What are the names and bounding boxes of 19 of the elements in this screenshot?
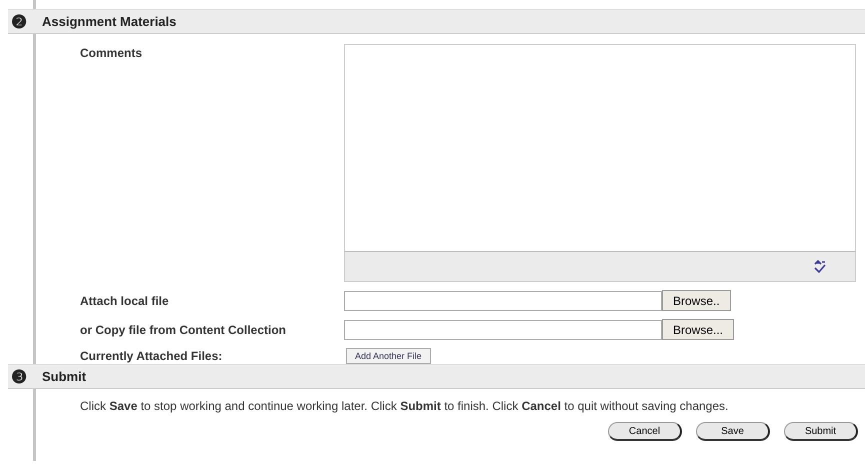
field-label: Attach local file — [80, 292, 170, 310]
instructions-text: Click Save to stop working and continue working later. Click Submit to finish. Click Cancel to quit without saving changes. — [80, 399, 730, 413]
browse-button[interactable]: Browse.. — [662, 290, 731, 311]
step-number: ❷ — [10, 12, 28, 30]
browse-button[interactable]: Browse... — [662, 319, 734, 340]
section-title: Assignment Materials — [42, 14, 176, 29]
file-path-field[interactable] — [344, 290, 662, 310]
comments-field[interactable] — [344, 44, 856, 252]
spellcheck-icon[interactable] — [813, 260, 827, 274]
field-label: Comments — [80, 45, 144, 62]
file-path-field[interactable] — [344, 320, 662, 340]
add-file-button[interactable]: Add Another File — [346, 348, 431, 364]
step-number: ❸ — [10, 368, 28, 386]
action-button[interactable]: Save — [696, 422, 770, 441]
section-title: Submit — [42, 369, 86, 384]
field-label: or Copy file from Content Collection — [80, 322, 287, 338]
action-button[interactable]: Submit — [784, 422, 858, 441]
action-button[interactable]: Cancel — [608, 422, 682, 441]
field-label: Currently Attached Files: — [80, 348, 224, 364]
